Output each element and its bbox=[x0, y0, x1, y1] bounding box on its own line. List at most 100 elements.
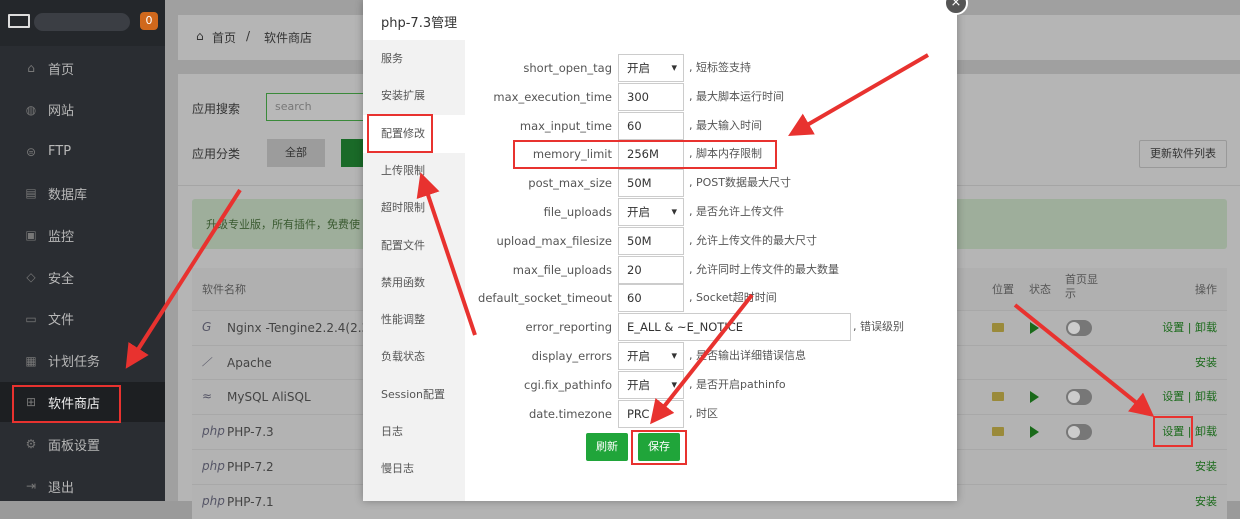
refresh-button[interactable]: 刷新 bbox=[586, 433, 628, 461]
modal-tab-3[interactable]: 上传限制 bbox=[363, 152, 465, 190]
sidebar-item-5[interactable]: ◇ 安全 bbox=[0, 257, 165, 297]
field-input[interactable]: PRC bbox=[618, 399, 684, 428]
field-description: , 允许上传文件的最大尺寸 bbox=[689, 233, 817, 247]
field-label: file_uploads bbox=[543, 205, 612, 219]
update-list-button[interactable]: 更新软件列表 bbox=[1139, 140, 1227, 168]
field-select[interactable]: 开启 bbox=[618, 370, 684, 399]
php-manager-modal: php-7.3管理 服务 安装扩展 配置修改 上传限制 超时限制 配置文件 禁用函数 性能调整… bbox=[363, 0, 957, 501]
folder-icon[interactable] bbox=[992, 427, 1004, 437]
modal-tab-1[interactable]: 安装扩展 bbox=[363, 77, 465, 115]
monitor-icon: ▣ bbox=[25, 228, 37, 243]
sidebar-item-3[interactable]: ▤ 数据库 bbox=[0, 173, 165, 213]
sidebar-item-9[interactable]: ⚙ 面板设置 bbox=[0, 424, 165, 464]
database-icon: ▤ bbox=[25, 186, 37, 201]
calendar-icon: ▦ bbox=[25, 353, 37, 368]
sidebar-item-6[interactable]: ▭ 文件 bbox=[0, 299, 165, 339]
field-description: , POST数据最大尺寸 bbox=[689, 176, 791, 190]
software-logo-icon: php bbox=[202, 424, 225, 439]
sidebar-item-7[interactable]: ▦ 计划任务 bbox=[0, 341, 165, 381]
globe-icon: ◍ bbox=[25, 102, 37, 117]
sidebar-item-4[interactable]: ▣ 监控 bbox=[0, 215, 165, 255]
action-separator: | bbox=[1187, 390, 1192, 404]
modal-tab-9[interactable]: Session配置 bbox=[363, 376, 465, 414]
breadcrumb-home[interactable]: 首页 bbox=[212, 29, 236, 46]
category-all-button[interactable]: 全部 bbox=[267, 139, 325, 167]
software-logo-icon: ⟋ bbox=[202, 354, 211, 369]
sidebar-item-label: 软件商店 bbox=[48, 396, 101, 412]
field-select[interactable]: 开启 bbox=[618, 342, 684, 370]
modal-tab-7[interactable]: 性能调整 bbox=[363, 301, 465, 339]
notification-badge[interactable]: 0 bbox=[140, 12, 158, 30]
settings-link[interactable]: 设置 bbox=[1162, 425, 1184, 438]
sidebar-item-0[interactable]: ⌂ 首页 bbox=[0, 48, 165, 88]
modal-title: php-7.3管理 bbox=[381, 16, 458, 31]
field-description: , 最大输入时间 bbox=[689, 118, 762, 132]
action-separator: | bbox=[1187, 425, 1192, 439]
sidebar-item-label: 网站 bbox=[48, 104, 75, 120]
search-label: 应用搜索 bbox=[192, 102, 241, 116]
search-input[interactable]: search bbox=[266, 93, 376, 121]
modal-tab-0[interactable]: 服务 bbox=[363, 40, 465, 78]
field-label: post_max_size bbox=[528, 176, 612, 191]
field-input[interactable]: 50M bbox=[618, 169, 684, 198]
home-display-toggle[interactable] bbox=[1066, 320, 1092, 336]
folder-icon[interactable] bbox=[992, 392, 1004, 402]
col-status: 状态 bbox=[1029, 283, 1051, 296]
sidebar-item-label: 计划任务 bbox=[48, 355, 101, 371]
field-input[interactable]: 60 bbox=[618, 284, 684, 313]
save-button[interactable]: 保存 bbox=[638, 433, 680, 461]
uninstall-link[interactable]: 卸载 bbox=[1195, 390, 1217, 403]
field-select[interactable]: 开启 bbox=[618, 198, 684, 226]
sidebar-item-8[interactable]: ⊞ 软件商店 bbox=[0, 382, 165, 423]
folder-icon[interactable] bbox=[992, 323, 1004, 332]
software-logo-icon: G bbox=[202, 320, 212, 334]
field-label: max_file_uploads bbox=[512, 262, 612, 277]
modal-tab-11[interactable]: 慢日志 bbox=[363, 450, 465, 488]
sidebar-item-1[interactable]: ◍ 网站 bbox=[0, 90, 165, 130]
home-display-toggle[interactable] bbox=[1066, 424, 1092, 441]
install-link[interactable]: 安装 bbox=[1195, 356, 1217, 369]
uninstall-link[interactable]: 卸载 bbox=[1195, 321, 1217, 334]
breadcrumb-separator: / bbox=[246, 29, 251, 43]
install-link[interactable]: 安装 bbox=[1195, 495, 1217, 508]
field-row: default_socket_timeout 60 , Socket超时时间 bbox=[465, 284, 955, 313]
modal-tab-5[interactable]: 配置文件 bbox=[363, 227, 465, 265]
sidebar-item-10[interactable]: ⇥ 退出 bbox=[0, 466, 165, 506]
field-input[interactable]: 60 bbox=[618, 111, 684, 140]
software-name: MySQL AliSQL bbox=[227, 390, 311, 405]
software-logo-icon: php bbox=[202, 458, 225, 473]
field-label: date.timezone bbox=[528, 406, 612, 421]
field-description: , 是否允许上传文件 bbox=[689, 205, 784, 218]
modal-tab-6[interactable]: 禁用函数 bbox=[363, 264, 465, 302]
running-status-icon bbox=[1030, 391, 1039, 404]
field-input[interactable]: E_ALL & ~E_NOTICE bbox=[618, 313, 851, 342]
sidebar-item-label: 文件 bbox=[48, 313, 75, 329]
modal-tab-10[interactable]: 日志 bbox=[363, 413, 465, 451]
settings-link[interactable]: 设置 bbox=[1162, 321, 1184, 334]
field-label: default_socket_timeout bbox=[478, 291, 612, 306]
modal-tab-8[interactable]: 负载状态 bbox=[363, 338, 465, 376]
modal-tab-2[interactable]: 配置修改 bbox=[363, 114, 465, 153]
modal-tab-4[interactable]: 超时限制 bbox=[363, 189, 465, 227]
hostname-blurred bbox=[34, 13, 130, 31]
field-select[interactable]: 开启 bbox=[618, 54, 684, 82]
field-input[interactable]: 256M bbox=[618, 140, 684, 169]
settings-link[interactable]: 设置 bbox=[1162, 390, 1184, 403]
home-display-toggle[interactable] bbox=[1066, 389, 1092, 406]
field-label: short_open_tag bbox=[523, 61, 612, 75]
home-icon[interactable]: ⌂ bbox=[196, 29, 204, 43]
sidebar-item-2[interactable]: ⊜ FTP bbox=[0, 132, 165, 172]
sidebar-item-label: 监控 bbox=[48, 229, 75, 245]
field-label: upload_max_filesize bbox=[496, 233, 612, 248]
field-row: memory_limit 256M , 脚本内存限制 bbox=[465, 140, 955, 169]
field-input[interactable]: 50M bbox=[618, 226, 684, 255]
field-input[interactable]: 300 bbox=[618, 82, 684, 111]
install-link[interactable]: 安装 bbox=[1195, 460, 1217, 473]
field-label: display_errors bbox=[531, 349, 612, 363]
running-status-icon bbox=[1030, 426, 1039, 439]
action-separator: | bbox=[1187, 321, 1192, 334]
sidebar-header: 0 bbox=[0, 0, 165, 46]
field-input[interactable]: 20 bbox=[618, 255, 684, 284]
uninstall-link[interactable]: 卸载 bbox=[1195, 425, 1217, 438]
folder-icon: ▭ bbox=[25, 311, 37, 326]
